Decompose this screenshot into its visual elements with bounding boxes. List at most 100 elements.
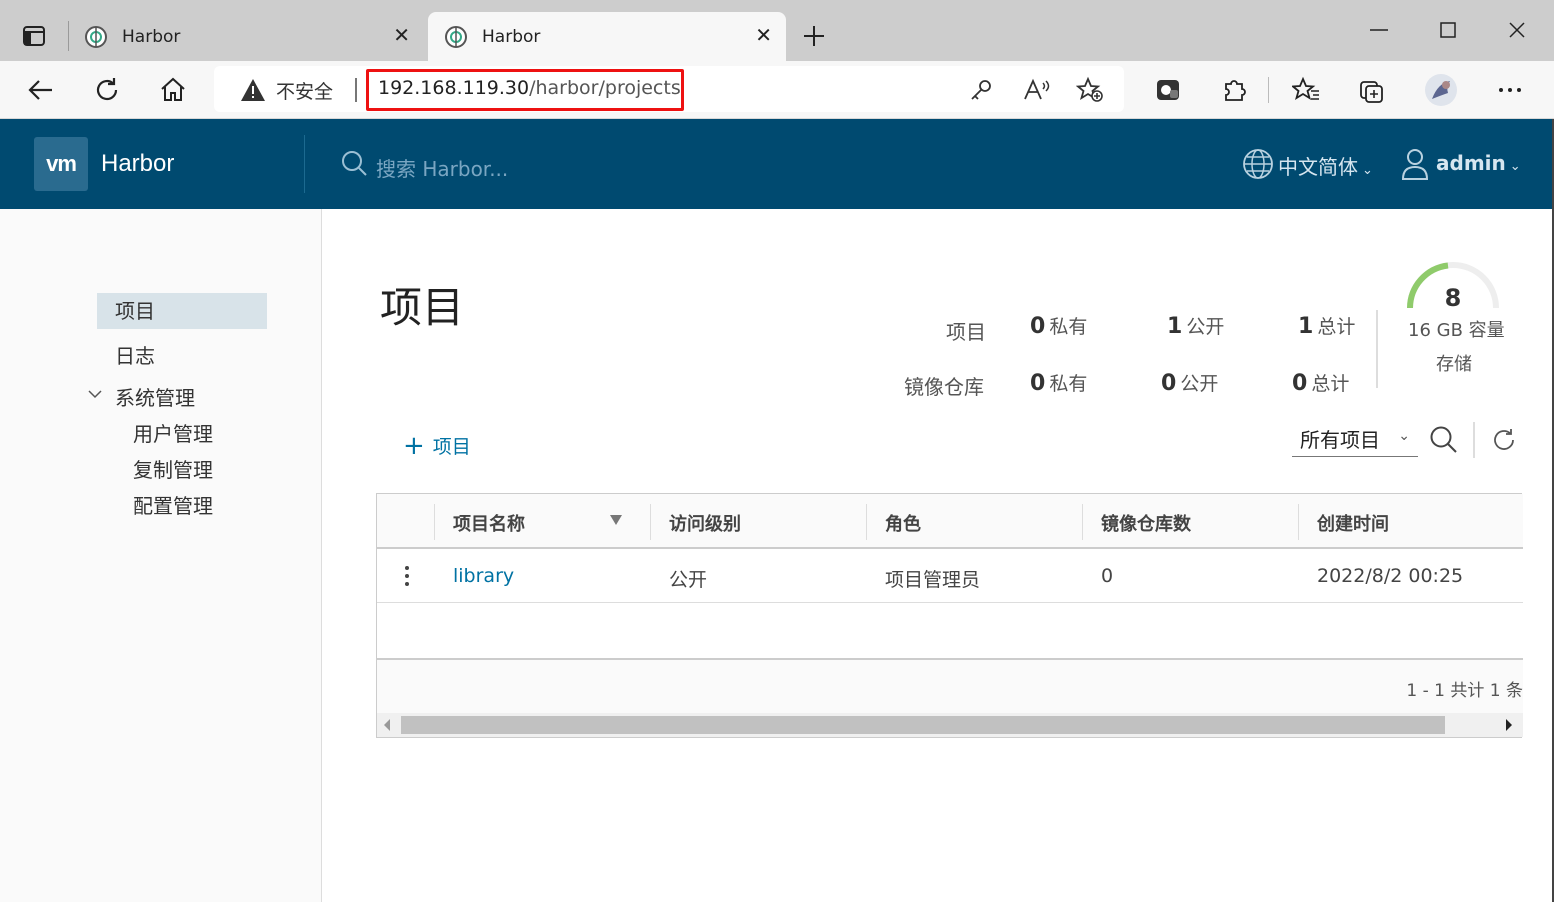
column-header-access[interactable]: 访问级别 [669, 510, 741, 536]
more-options-icon[interactable] [1496, 76, 1526, 106]
sidebar-item-label: 用户管理 [133, 422, 213, 446]
sidebar-item-projects[interactable]: 项目 [97, 293, 267, 329]
storage-label: 存储 [1436, 354, 1472, 375]
chevron-down-icon: ⌄ [1398, 428, 1410, 444]
column-header-name[interactable]: 项目名称 [453, 510, 525, 536]
sidebar-item-admin[interactable]: 系统管理 [115, 382, 195, 411]
maximize-icon[interactable] [1440, 22, 1456, 38]
column-header-repo-count[interactable]: 镜像仓库数 [1101, 510, 1191, 536]
storage-capacity: 16 GB 容量 [1408, 320, 1505, 341]
sidebar-item-configuration[interactable]: 配置管理 [133, 490, 213, 519]
tab-actions-icon[interactable] [22, 24, 46, 48]
table-header: 项目名称 访问级别 角色 镜像仓库数 创建时间 [377, 494, 1523, 549]
tab-separator [68, 21, 69, 51]
stat-value: 1 [1167, 314, 1183, 339]
refresh-icon[interactable] [92, 75, 122, 105]
new-tab-icon[interactable] [802, 24, 826, 48]
browser-tab-2-active[interactable]: Harbor ✕ [428, 12, 786, 61]
url-text[interactable]: 192.168.119.30/harbor/projects [378, 77, 681, 99]
stat-repos-public: 0 公开 [1161, 369, 1218, 396]
scrollbar-thumb[interactable] [401, 716, 1445, 734]
stat-value: 0 [1161, 371, 1177, 396]
user-icon [1400, 147, 1430, 181]
toolbar-divider [1473, 422, 1475, 458]
url-host: 192.168.119.30 [378, 77, 530, 99]
stat-unit: 公开 [1186, 316, 1225, 338]
brand-name[interactable]: Harbor [101, 150, 174, 178]
stat-repos-total: 0 总计 [1292, 369, 1349, 396]
stat-unit: 私有 [1049, 373, 1088, 395]
new-project-button[interactable]: + 项目 [403, 432, 471, 459]
global-search-input[interactable]: 搜索 Harbor... [376, 153, 508, 182]
add-favorite-icon[interactable] [1076, 76, 1106, 106]
column-divider [866, 504, 867, 540]
project-role: 项目管理员 [885, 569, 981, 591]
sidebar-item-users[interactable]: 用户管理 [133, 418, 213, 447]
back-icon[interactable] [26, 75, 56, 105]
column-header-created[interactable]: 创建时间 [1317, 510, 1389, 536]
key-icon[interactable] [968, 77, 998, 107]
stat-unit: 私有 [1049, 316, 1088, 338]
project-name-link[interactable]: library [453, 565, 514, 587]
page-title: 项目 [380, 283, 465, 332]
column-divider [1082, 504, 1083, 540]
sidebar-item-label: 配置管理 [133, 494, 213, 518]
scroll-left-arrow[interactable] [383, 719, 391, 731]
storage-used-value: 8 [1444, 284, 1462, 312]
insecure-label[interactable]: 不安全 [276, 77, 333, 104]
browser-tab-1[interactable]: Harbor ✕ [70, 12, 424, 61]
search-icon [340, 149, 368, 177]
sidebar-item-label: 系统管理 [115, 386, 195, 410]
language-label: 中文简体 [1278, 155, 1358, 179]
collections-icon[interactable] [1358, 76, 1388, 106]
row-actions-icon[interactable] [404, 565, 410, 587]
close-window-icon[interactable] [1509, 22, 1525, 38]
sidebar-item-label: 项目 [115, 299, 155, 323]
filter-icon[interactable] [609, 514, 623, 526]
stat-value: 0 [1030, 371, 1046, 396]
projects-table: 项目名称 访问级别 角色 镜像仓库数 创建时间 library 公开 项目管理员… [376, 493, 1523, 738]
chevron-down-icon[interactable] [88, 388, 102, 400]
filter-value: 所有项目 [1300, 428, 1380, 452]
horizontal-scrollbar[interactable] [377, 713, 1523, 737]
plus-icon: + [403, 430, 425, 461]
refresh-list-icon[interactable] [1490, 426, 1518, 454]
stat-value: 1 [1298, 314, 1314, 339]
project-filter-select[interactable]: 所有项目 ⌄ [1292, 424, 1418, 457]
stat-repos-label: 镜像仓库 [904, 375, 984, 399]
sidebar-item-label: 日志 [115, 344, 155, 368]
column-divider [1298, 504, 1299, 540]
column-header-role[interactable]: 角色 [885, 510, 921, 536]
language-selector[interactable]: 中文简体 ⌄ [1278, 151, 1373, 180]
url-path: /harbor/projects [529, 77, 681, 99]
close-tab-icon[interactable]: ✕ [755, 25, 772, 45]
read-aloud-icon[interactable] [1022, 77, 1052, 107]
home-icon[interactable] [158, 75, 188, 105]
user-menu[interactable]: admin ⌄ [1436, 151, 1521, 175]
table-row: library 公开 项目管理员 0 2022/8/2 00:25 [377, 551, 1523, 603]
vmware-logo[interactable]: vm [34, 137, 88, 191]
scroll-right-arrow[interactable] [1505, 719, 1513, 731]
stats-divider [1376, 310, 1378, 388]
chevron-down-icon: ⌄ [1362, 163, 1373, 178]
sidebar-item-logs[interactable]: 日志 [115, 340, 155, 369]
stat-value: 0 [1030, 314, 1046, 339]
favorites-icon[interactable] [1292, 76, 1322, 106]
profile-avatar[interactable] [1424, 73, 1457, 106]
extensions-icon[interactable] [1220, 76, 1250, 106]
stat-projects-total: 1 总计 [1298, 312, 1355, 339]
stat-unit: 公开 [1180, 373, 1219, 395]
search-projects-icon[interactable] [1429, 425, 1459, 455]
sidebar-item-replication[interactable]: 复制管理 [133, 454, 213, 483]
sidebar-item-label: 复制管理 [133, 458, 213, 482]
harbor-favicon-icon [84, 25, 108, 49]
globe-icon [1242, 148, 1274, 180]
stat-unit: 总计 [1311, 373, 1350, 395]
minimize-icon[interactable] [1370, 28, 1388, 32]
tab-title: Harbor [482, 26, 541, 47]
warning-icon [240, 78, 266, 102]
chevron-down-icon: ⌄ [1509, 159, 1521, 174]
extension-badge-icon[interactable] [1154, 76, 1184, 106]
close-tab-icon[interactable]: ✕ [393, 25, 410, 45]
project-repo-count: 0 [1101, 565, 1114, 587]
